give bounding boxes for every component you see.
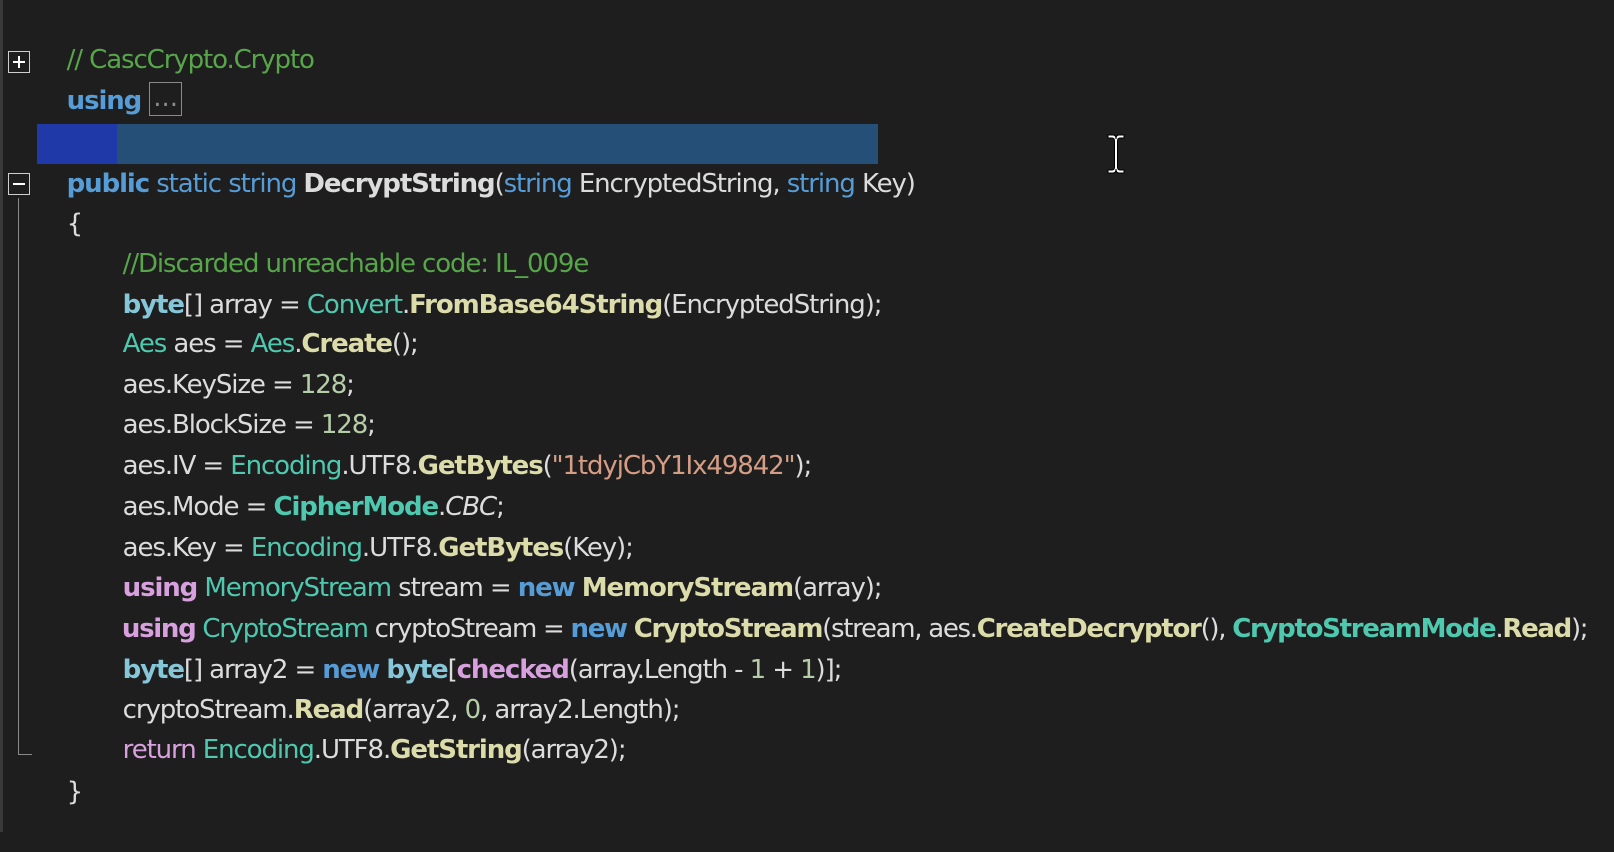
token: GetString [390, 735, 523, 765]
token: (stream, aes. [822, 614, 978, 644]
code-line-key: aes.Key = Encoding.UTF8.GetBytes(Key); [94, 488, 634, 563]
token: (EncryptedString); [662, 290, 882, 320]
collapsed-region-marker[interactable]: ... [149, 81, 182, 116]
token: .UTF8. [313, 735, 391, 765]
using-keyword: using [66, 86, 143, 116]
expand-icon[interactable] [8, 51, 30, 73]
code-line-aes-create: Aes aes = Aes.Create(); [94, 284, 419, 359]
close-brace-line: } [38, 732, 84, 807]
editor-left-border [0, 0, 3, 832]
code-line-memorystream: using MemoryStream stream = new MemorySt… [94, 528, 883, 603]
code-line-cryptostream: using CryptoStream cryptoStream = new Cr… [94, 569, 1589, 644]
static-keyword: static [156, 169, 222, 199]
param1-type: string [503, 169, 573, 199]
param2-type: string [786, 169, 856, 199]
token: return [122, 735, 197, 765]
method-name: DecryptString [303, 169, 495, 199]
param1-name: EncryptedString, [578, 169, 781, 199]
token: ); [794, 451, 812, 481]
token: ); [1570, 614, 1589, 644]
collapse-icon[interactable] [8, 173, 30, 195]
code-line-array: byte[] array = Convert.FromBase64String(… [94, 245, 883, 320]
code-line-read: cryptoStream.Read(array2, 0, array2.Leng… [94, 650, 681, 725]
return-type: string [228, 169, 297, 199]
header-comment-line: // CascCrypto.Crypto [38, 0, 315, 75]
token: ( [542, 451, 553, 481]
token: 1 [800, 655, 817, 685]
close-brace: } [66, 777, 84, 807]
fold-guide-line [18, 198, 19, 754]
token: (array2); [521, 735, 627, 765]
method-signature-line[interactable]: public static string DecryptString(strin… [38, 124, 916, 199]
using-collapsed-line: using... [38, 41, 182, 116]
fold-guide-end [18, 754, 32, 755]
code-line-keysize: aes.KeySize = 128; [94, 325, 355, 400]
token: + [765, 655, 801, 685]
code-line-iv: aes.IV = Encoding.UTF8.GetBytes("1tdyjCb… [94, 406, 813, 481]
token: CryptoStreamMode [1232, 614, 1496, 644]
code-line-return: return Encoding.UTF8.GetString(array2); [94, 690, 627, 765]
code-line-array2: byte[] array2 = new byte[checked(array.L… [94, 610, 843, 685]
open-brace-line: { [38, 164, 84, 239]
token: Read [1502, 614, 1572, 644]
param2-name: Key) [861, 169, 916, 199]
code-line-blocksize: aes.BlockSize = 128; [94, 365, 376, 440]
paren-open: ( [494, 169, 505, 199]
code-line-mode: aes.Mode = CipherMode.CBC; [94, 447, 505, 522]
code-editor[interactable]: // CascCrypto.Crypto using... public sta… [0, 0, 1614, 832]
token: FromBase64String [409, 290, 663, 320]
token: (), [1200, 614, 1233, 644]
token: (); [391, 329, 419, 359]
token: )]; [815, 655, 843, 685]
i-beam-cursor-icon [1107, 134, 1125, 174]
open-brace: { [66, 209, 84, 239]
code-line-comment: //Discarded unreachable code: IL_009e [94, 204, 590, 279]
token: CreateDecryptor [976, 614, 1202, 644]
token: Encoding [202, 735, 315, 765]
token: 1 [749, 655, 767, 685]
token: "1tdyjCbY1Ix49842" [551, 451, 796, 481]
